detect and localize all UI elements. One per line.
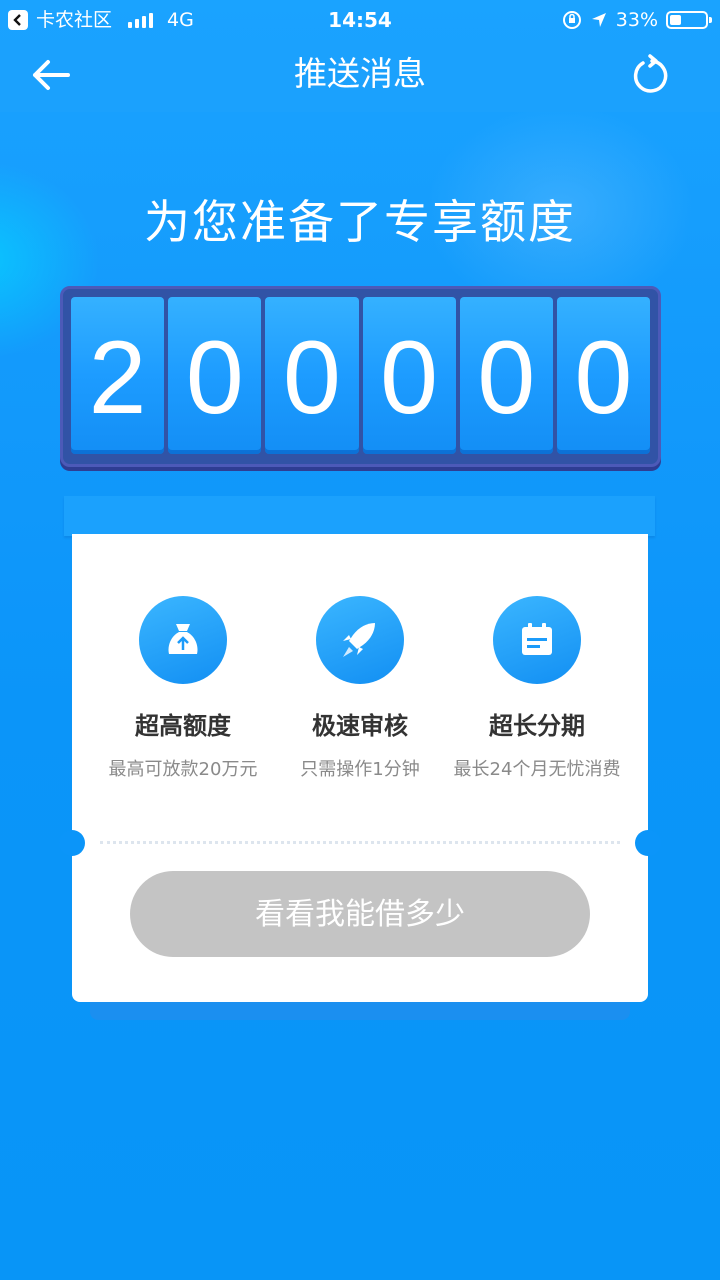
counter-digits: 2 0 0 0 0 0: [71, 297, 651, 454]
battery-percent: 33%: [615, 9, 658, 31]
battery-icon: [666, 11, 712, 29]
location-icon: [591, 13, 606, 27]
ticket-divider: [100, 841, 620, 844]
nav-bar: 推送消息: [0, 40, 720, 112]
ticket-notch-left: [59, 830, 85, 856]
feature-title: 超高额度: [135, 712, 231, 740]
counter-digit: 0: [168, 297, 262, 454]
feature-subtitle: 最长24个月无忧消费: [453, 759, 621, 780]
counter-digit: 0: [265, 297, 359, 454]
counter-digit: 0: [556, 297, 651, 454]
feature-fast-review: 极速审核 只需操作1分钟: [270, 596, 450, 781]
counter-digit: 0: [459, 297, 553, 454]
feature-long-installment: 超长分期 最长24个月无忧消费: [447, 596, 627, 781]
page-title: 推送消息: [294, 54, 426, 93]
feature-subtitle: 只需操作1分钟: [300, 759, 420, 780]
calendar-icon: [493, 596, 581, 684]
money-bag-icon: [139, 596, 227, 684]
feature-title: 极速审核: [312, 712, 408, 740]
status-right: 33%: [562, 0, 712, 40]
feature-high-limit: 超高额度 最高可放款20万元: [93, 596, 273, 781]
counter-digit: 0: [362, 297, 456, 454]
check-loan-amount-button[interactable]: 看看我能借多少: [130, 871, 590, 957]
card-slot: [64, 496, 655, 536]
orientation-lock-icon: [562, 11, 581, 29]
feature-title: 超长分期: [489, 712, 585, 740]
counter-digit: 2: [71, 297, 165, 454]
ticket-notch-right: [635, 830, 661, 856]
credit-amount-counter: 2 0 0 0 0 0: [60, 286, 661, 467]
feature-subtitle: 最高可放款20万元: [108, 759, 258, 780]
headline: 为您准备了专享额度: [144, 195, 576, 249]
refresh-icon[interactable]: [628, 54, 672, 98]
rocket-icon: [316, 596, 404, 684]
status-bar: 卡农社区 4G 14:54 33%: [0, 0, 720, 40]
